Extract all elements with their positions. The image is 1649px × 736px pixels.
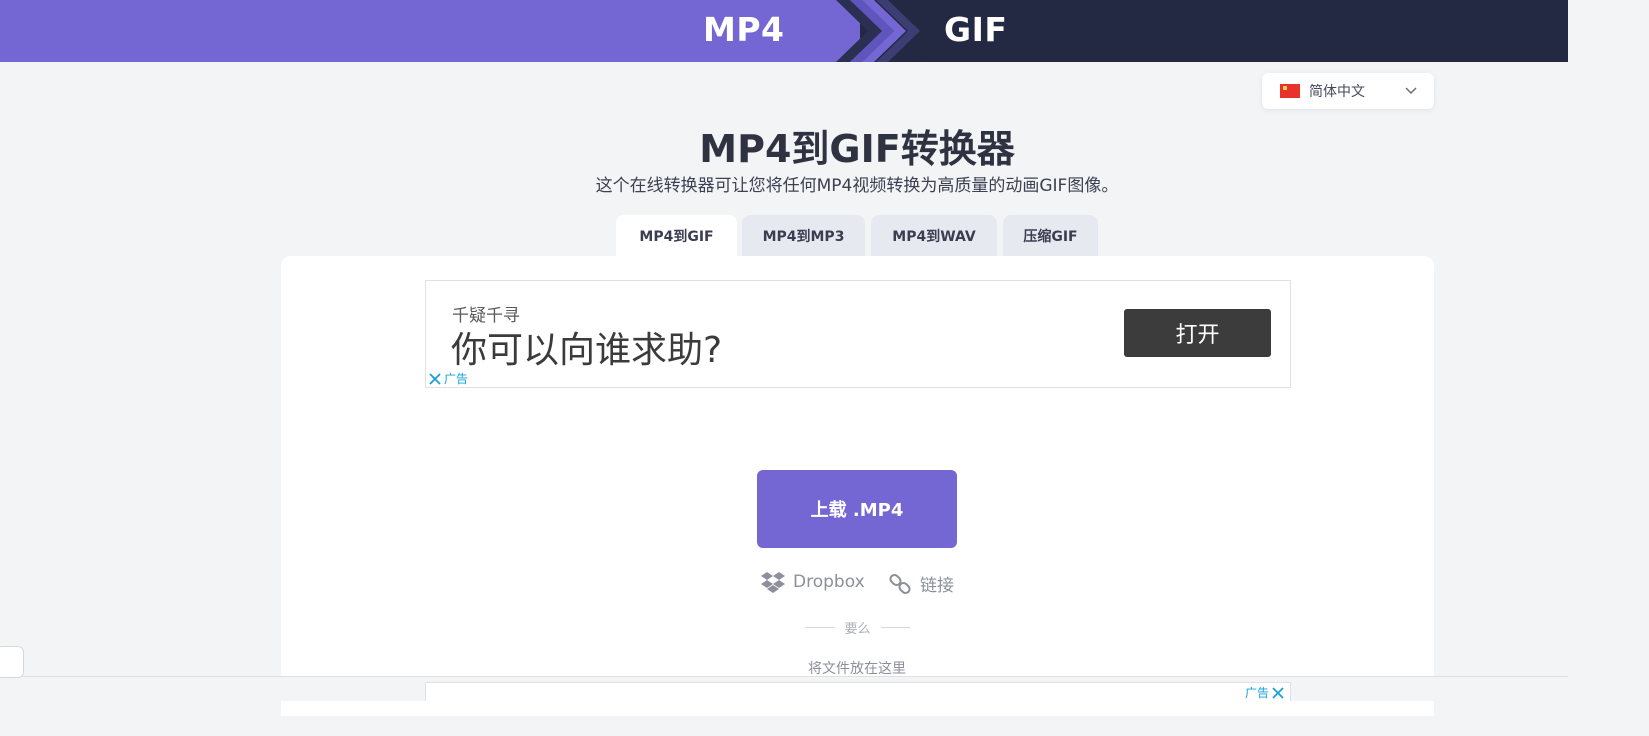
ad-label: 广告 (444, 372, 469, 386)
ad-headline[interactable]: 你可以向谁求助? (451, 321, 722, 373)
close-icon[interactable] (429, 372, 441, 385)
page-title: MP4到GIF转换器 (699, 127, 1015, 171)
or-label: 要么 (844, 622, 871, 637)
divider-line (880, 627, 911, 628)
bottom-ad-label: 广告 (1244, 686, 1269, 700)
banner-from-format: MP4 (703, 10, 785, 49)
china-flag-icon (1280, 84, 1300, 98)
ad-choices[interactable]: 广告 (429, 370, 468, 387)
page-subtitle: 这个在线转换器可让您将任何MP4视频转换为高质量的动画GIF图像。 (595, 176, 1119, 196)
tab-mp4-to-wav[interactable]: MP4到WAV (871, 215, 997, 256)
language-selector[interactable]: 简体中文 (1262, 73, 1434, 109)
chevron-down-icon (1405, 87, 1417, 95)
url-link-button[interactable]: 链接 (888, 571, 954, 596)
bottom-ad-banner[interactable]: 广告 (425, 682, 1291, 701)
link-icon (889, 573, 911, 594)
side-tab[interactable] (0, 646, 24, 678)
tab-mp4-to-mp3[interactable]: MP4到MP3 (742, 215, 865, 256)
dropbox-button[interactable]: Dropbox (761, 571, 865, 593)
ad-open-button[interactable]: 打开 (1124, 309, 1271, 357)
tab-mp4-to-gif[interactable]: MP4到GIF (616, 215, 737, 256)
header-banner: MP4 GIF (0, 0, 1568, 62)
dropbox-icon (761, 572, 785, 593)
chevron-arrows-icon (836, 0, 930, 62)
tab-compress-gif[interactable]: 压缩GIF (1003, 215, 1098, 256)
dropbox-label: Dropbox (793, 572, 865, 592)
or-divider: 要么 (805, 618, 911, 637)
ad-banner[interactable]: 千疑千寻 你可以向谁求助? 打开 广告 (425, 280, 1291, 388)
close-icon[interactable] (1272, 686, 1284, 699)
upload-mp4-button[interactable]: 上载 .MP4 (757, 470, 957, 548)
link-label: 链接 (920, 576, 954, 596)
bottom-ad-choices[interactable]: 广告 (1245, 684, 1284, 701)
banner-to-format: GIF (944, 10, 1008, 49)
language-label: 简体中文 (1309, 84, 1365, 100)
divider-line (805, 627, 835, 628)
drop-zone-text: 将文件放在这里 (808, 661, 906, 677)
